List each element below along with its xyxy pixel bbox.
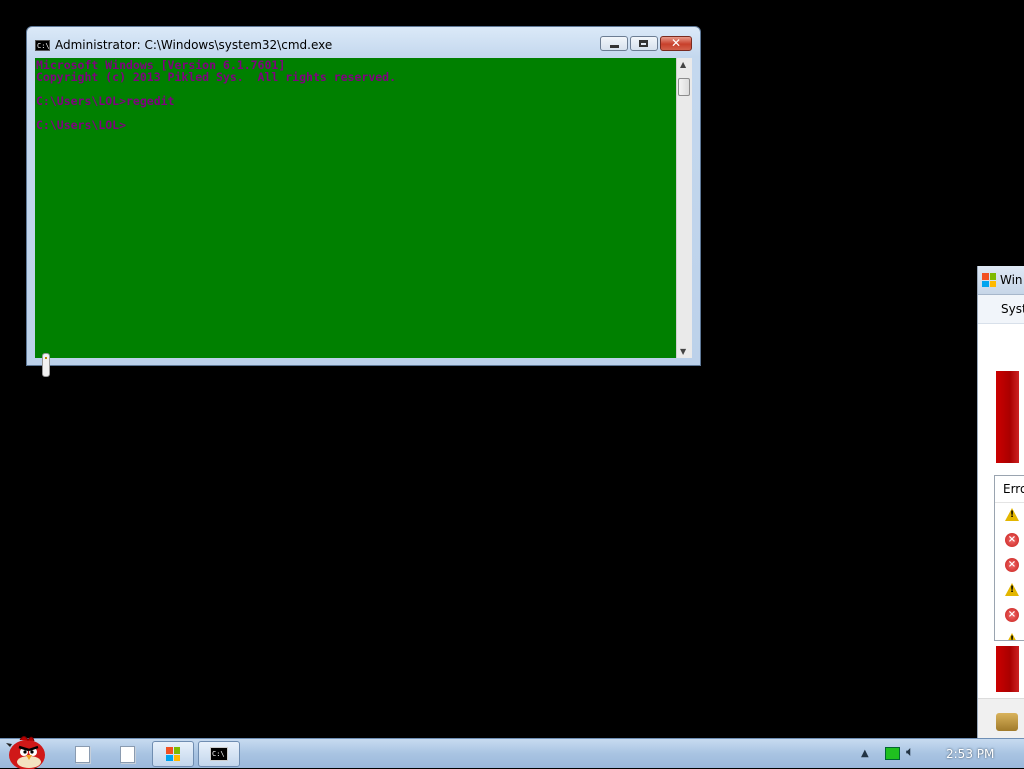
taskbar: C:\ ▲ 🔈︎ 2:53 PM (0, 736, 1024, 769)
error-icon: × (1005, 558, 1019, 572)
list-item[interactable] (995, 628, 1024, 640)
close-button[interactable]: ✕ (660, 36, 692, 51)
red-panel-bottom (996, 646, 1019, 692)
list-item[interactable] (995, 503, 1024, 528)
taskbar-cmd-button[interactable]: C:\ (198, 741, 240, 767)
console-output[interactable]: Microsoft Windows [Version 6.1.7601] Cop… (35, 58, 676, 358)
close-icon: ✕ (670, 36, 682, 50)
side-menu-item[interactable]: Syst (978, 295, 1024, 324)
console-prompt[interactable]: C:\Users\LOL> (36, 119, 676, 131)
warning-icon (1005, 583, 1019, 596)
network-icon[interactable] (885, 747, 900, 760)
window-controls: ✕ (600, 36, 692, 51)
warning-icon (1005, 633, 1019, 640)
minimize-icon (610, 45, 619, 48)
resize-handle[interactable] (42, 353, 50, 377)
console-line: Copyright (c) 2013 Pikled Sys. All right… (36, 70, 397, 84)
list-item[interactable] (995, 578, 1024, 603)
side-window[interactable]: Win Syst Erro × × × (977, 266, 1024, 742)
cmd-window[interactable]: C:\ Administrator: C:\Windows\system32\c… (26, 26, 701, 366)
cmd-icon: C:\ (35, 39, 50, 51)
warning-icon (1005, 508, 1019, 521)
error-icon: × (1005, 608, 1019, 622)
error-list[interactable]: Erro × × × (994, 475, 1024, 641)
list-item[interactable]: × (995, 603, 1024, 628)
scroll-up-arrow-icon[interactable]: ▲ (680, 60, 686, 69)
console-line: C:\Users\LOL>regedit (36, 94, 175, 108)
angry-bird-start-icon[interactable] (2, 731, 48, 769)
side-window-footer (978, 698, 1024, 742)
toolbox-icon[interactable] (996, 713, 1018, 731)
list-item[interactable]: × (995, 528, 1024, 553)
taskbar-explorer-button[interactable] (152, 741, 194, 767)
cmd-title-bar[interactable]: C:\ Administrator: C:\Windows\system32\c… (35, 36, 332, 54)
windows-logo-icon (166, 747, 180, 761)
cmd-icon: C:\ (210, 747, 228, 761)
vertical-scrollbar[interactable]: ▲ ▼ (676, 58, 692, 358)
document-icon[interactable] (117, 742, 137, 766)
list-item[interactable]: × (995, 553, 1024, 578)
maximize-button[interactable] (630, 36, 658, 51)
error-icon: × (1005, 533, 1019, 547)
scroll-down-arrow-icon[interactable]: ▼ (680, 347, 686, 356)
error-list-header[interactable]: Erro (995, 476, 1024, 503)
scroll-thumb[interactable] (678, 78, 690, 96)
maximize-icon (639, 40, 648, 47)
show-hidden-icons-icon[interactable]: ▲ (861, 748, 869, 759)
red-panel-top (996, 371, 1019, 463)
side-window-title: Win (1000, 273, 1023, 287)
windows-logo-icon (982, 273, 996, 287)
speaker-icon[interactable]: 🔈︎ (906, 744, 914, 760)
minimize-button[interactable] (600, 36, 628, 51)
document-icon[interactable] (72, 742, 92, 766)
cmd-window-title: Administrator: C:\Windows\system32\cmd.e… (55, 38, 333, 52)
clock[interactable]: 2:53 PM (946, 747, 994, 761)
side-window-title-bar[interactable]: Win (978, 266, 1024, 295)
